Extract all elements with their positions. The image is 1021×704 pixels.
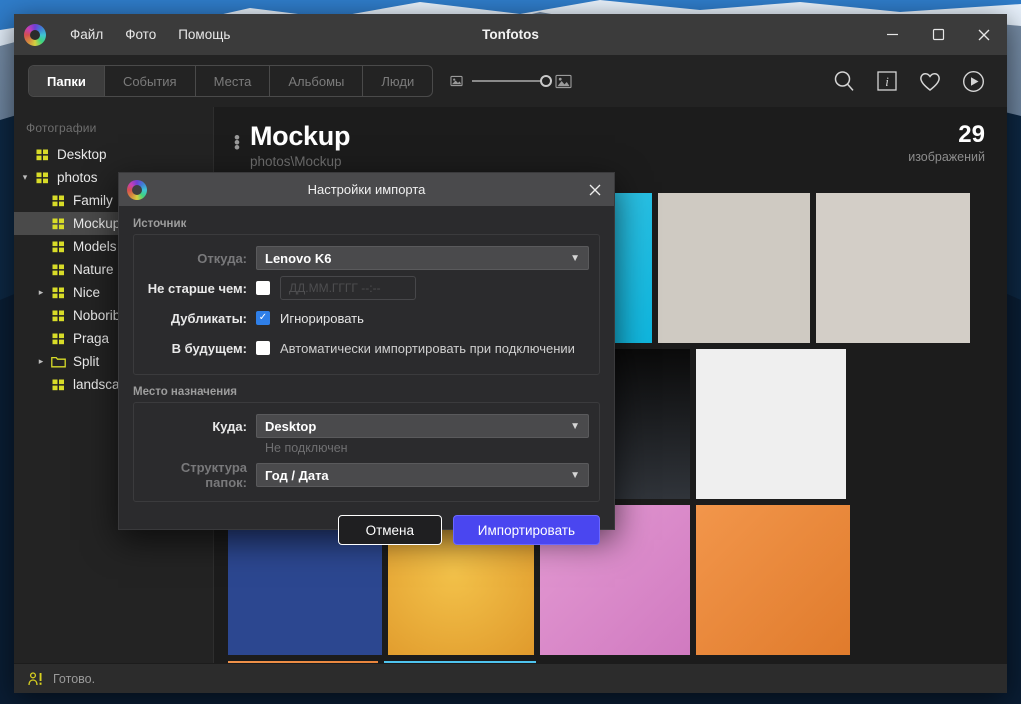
- not-older-date-input[interactable]: ДД.ММ.ГГГГ --:--: [280, 276, 416, 300]
- future-label: В будущем:: [144, 341, 256, 356]
- source-device-value: Lenovo K6: [265, 251, 331, 266]
- app-window: Файл Фото Помощь Tonfotos: [14, 14, 1007, 693]
- check-icon: ✓: [259, 313, 267, 323]
- folder-structure-select[interactable]: Год / Дата ▼: [256, 463, 589, 487]
- duplicates-label: Дубликаты:: [144, 311, 256, 326]
- source-group: Откуда: Lenovo K6 ▼ Не старше чем: ✓: [133, 234, 600, 375]
- duplicates-text: Игнорировать: [280, 311, 364, 326]
- date-placeholder: ДД.ММ.ГГГГ --:--: [289, 281, 381, 295]
- destination-group: Куда: Desktop ▼ Не подключен Структура п…: [133, 402, 600, 502]
- destination-value: Desktop: [265, 419, 316, 434]
- structure-row: Структура папок: Год / Дата ▼: [144, 461, 589, 489]
- dialog-title: Настройки импорта: [119, 182, 614, 197]
- desktop-background: Файл Фото Помощь Tonfotos: [0, 0, 1021, 704]
- duplicates-row: Дубликаты: ✓ Игнорировать: [144, 304, 589, 332]
- duplicates-checkbox[interactable]: ✓: [256, 311, 270, 325]
- cancel-button[interactable]: Отмена: [338, 515, 442, 545]
- dialog-body: Источник Откуда: Lenovo K6 ▼ Не старше ч…: [119, 206, 614, 555]
- not-older-checkbox[interactable]: ✓: [256, 281, 270, 295]
- from-row: Откуда: Lenovo K6 ▼: [144, 244, 589, 272]
- where-label: Куда:: [144, 419, 256, 434]
- chevron-down-icon: ▼: [570, 421, 580, 432]
- destination-group-label: Место назначения: [133, 386, 600, 398]
- from-label: Откуда:: [144, 251, 256, 266]
- destination-select[interactable]: Desktop ▼: [256, 414, 589, 438]
- folder-structure-value: Год / Дата: [265, 468, 329, 483]
- not-older-row: Не старше чем: ✓ ДД.ММ.ГГГГ --:--: [144, 274, 589, 302]
- modal-overlay: Настройки импорта Источник Откуда:: [14, 14, 1007, 693]
- dialog-title-bar: Настройки импорта: [119, 173, 614, 206]
- future-checkbox[interactable]: ✓: [256, 341, 270, 355]
- where-row: Куда: Desktop ▼: [144, 412, 589, 440]
- source-device-select[interactable]: Lenovo K6 ▼: [256, 246, 589, 270]
- source-group-label: Источник: [133, 218, 600, 230]
- close-icon: [588, 183, 602, 197]
- import-button[interactable]: Импортировать: [453, 515, 600, 545]
- chevron-down-icon: ▼: [570, 253, 580, 264]
- chevron-down-icon: ▼: [570, 470, 580, 481]
- future-text: Автоматически импортировать при подключе…: [280, 341, 575, 356]
- dialog-actions: Отмена Импортировать: [133, 513, 600, 545]
- destination-note: Не подключен: [144, 441, 589, 455]
- not-older-label: Не старше чем:: [144, 281, 256, 296]
- future-row: В будущем: ✓ Автоматически импортировать…: [144, 334, 589, 362]
- import-settings-dialog: Настройки импорта Источник Откуда:: [118, 172, 615, 530]
- dialog-close-button[interactable]: [576, 173, 614, 206]
- structure-label: Структура папок:: [144, 460, 256, 490]
- tonfotos-ring-logo-icon: [127, 180, 147, 200]
